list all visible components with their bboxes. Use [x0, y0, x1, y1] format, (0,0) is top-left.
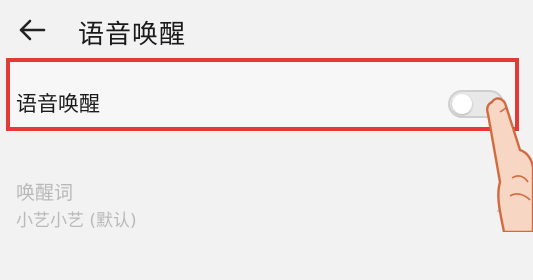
app-header: 语音唤醒 — [0, 0, 533, 60]
arrow-left-icon — [19, 19, 46, 41]
back-button[interactable] — [16, 16, 48, 44]
wake-word-value: 小艺小艺 (默认) — [16, 211, 137, 231]
chevron-right-icon — [497, 194, 507, 212]
voice-wake-toggle[interactable] — [448, 90, 504, 118]
voice-wake-label: 语音唤醒 — [16, 92, 100, 116]
toggle-knob — [452, 94, 472, 114]
page-title: 语音唤醒 — [78, 20, 187, 50]
wake-word-label: 唤醒词 — [16, 182, 74, 204]
